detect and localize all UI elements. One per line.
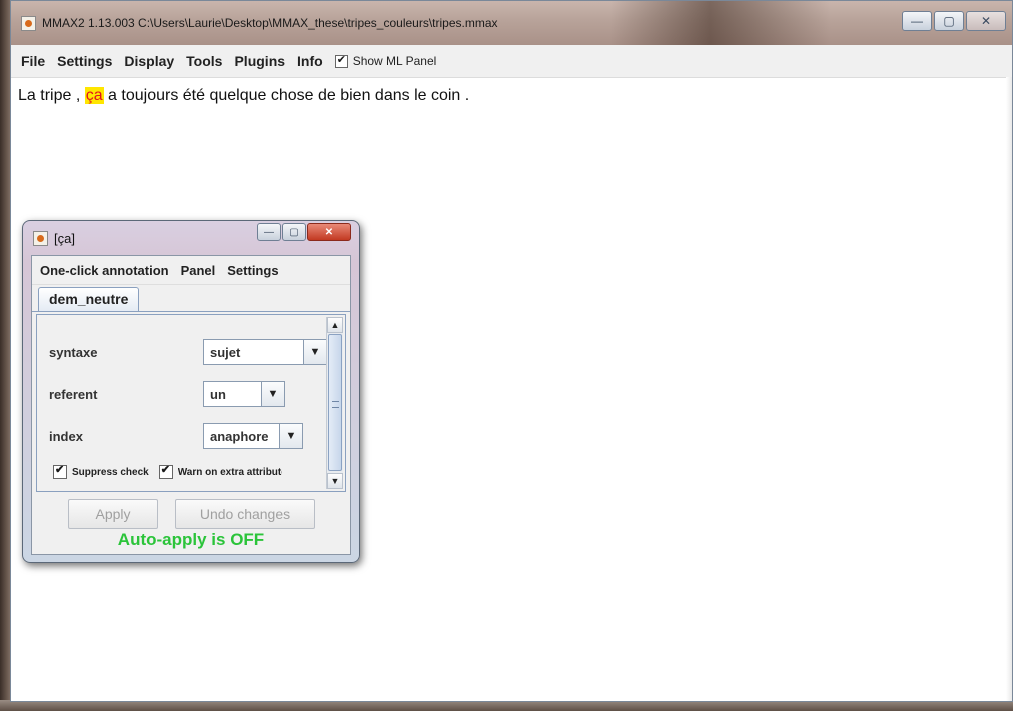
- annotation-window-title: [ça]: [54, 231, 75, 246]
- tab-strip: dem_neutre: [32, 285, 350, 312]
- warn-extra-attributes-checkbox[interactable]: [158, 463, 173, 479]
- suppress-check-label: Suppress check: [72, 466, 149, 478]
- text-before: La tripe ,: [18, 87, 85, 104]
- annotation-maximize-button[interactable]: ▢: [282, 223, 306, 241]
- main-titlebar[interactable]: MMAX2 1.13.003 C:\Users\Laurie\Desktop\M…: [11, 1, 1012, 45]
- java-app-icon: [33, 231, 48, 246]
- main-title-area: MMAX2 1.13.003 C:\Users\Laurie\Desktop\M…: [21, 1, 498, 45]
- warn-extra-attributes-label: Warn on extra attributes: [177, 466, 282, 478]
- main-menubar: File Settings Display Tools Plugins Info…: [11, 45, 1012, 78]
- menu-tools[interactable]: Tools: [180, 53, 228, 69]
- text-after: a toujours été quelque chose de bien dan…: [103, 87, 470, 104]
- menu-info[interactable]: Info: [291, 53, 329, 69]
- auto-apply-status: Auto-apply is OFF: [117, 530, 265, 549]
- attribute-label: referent: [49, 386, 98, 402]
- grip-icon: [332, 401, 339, 408]
- vertical-scrollbar[interactable]: ▲ ▼: [326, 317, 343, 489]
- highlighted-markable[interactable]: ça: [84, 87, 104, 104]
- scroll-up-icon[interactable]: ▲: [327, 317, 343, 333]
- annotation-minimize-button[interactable]: —: [257, 223, 281, 241]
- attribute-row-referent: referent un ▼: [49, 381, 285, 407]
- java-app-icon: [21, 15, 36, 31]
- maximize-button[interactable]: ▢: [934, 11, 964, 31]
- menu-file[interactable]: File: [15, 53, 51, 69]
- suppress-check-checkbox[interactable]: [53, 463, 67, 479]
- dropdown-value: sujet: [210, 344, 241, 360]
- menu-annotation-settings[interactable]: Settings: [221, 263, 284, 278]
- chevron-down-icon[interactable]: ▼: [261, 382, 284, 406]
- annotation-window: [ça] — ▢ ✕ One-click annotation Panel Se…: [22, 220, 360, 563]
- attribute-row-syntaxe: syntaxe sujet ▼: [49, 339, 327, 365]
- text-pane-edge: [1006, 77, 1012, 701]
- attribute-panel: syntaxe sujet ▼ referent un ▼ index anap…: [36, 314, 346, 492]
- annotation-titlebar[interactable]: [ça] — ▢ ✕: [23, 221, 359, 255]
- scroll-thumb[interactable]: [328, 334, 342, 471]
- document-text[interactable]: La tripe , ça a toujours été quelque cho…: [18, 87, 469, 105]
- show-ml-panel-checkbox[interactable]: [334, 53, 348, 68]
- window-title: MMAX2 1.13.003 C:\Users\Laurie\Desktop\M…: [42, 16, 498, 30]
- tab-dem-neutre[interactable]: dem_neutre: [38, 287, 140, 311]
- annotation-menubar: One-click annotation Panel Settings: [32, 256, 350, 285]
- chevron-down-icon[interactable]: ▼: [279, 424, 302, 448]
- undo-changes-button[interactable]: Undo changes: [175, 499, 315, 529]
- panel-options: Suppress check Warn on extra attributes: [53, 463, 282, 479]
- minimize-button[interactable]: —: [902, 11, 932, 31]
- dropdown-value: un: [210, 386, 226, 402]
- close-button[interactable]: ✕: [966, 11, 1006, 31]
- dropdown-value: anaphore: [210, 428, 269, 444]
- index-dropdown[interactable]: anaphore ▼: [203, 423, 303, 449]
- attribute-row-index: index anaphore ▼: [49, 423, 303, 449]
- menu-display[interactable]: Display: [118, 53, 180, 69]
- show-ml-panel-label: Show ML Panel: [352, 54, 437, 68]
- attribute-label: syntaxe: [49, 344, 98, 360]
- titlebar-shading: [611, 1, 831, 45]
- syntaxe-dropdown[interactable]: sujet ▼: [203, 339, 327, 365]
- annotation-title-area: [ça]: [33, 231, 75, 246]
- menu-panel[interactable]: Panel: [175, 263, 222, 278]
- menu-one-click-annotation[interactable]: One-click annotation: [34, 263, 175, 278]
- menu-plugins[interactable]: Plugins: [228, 53, 291, 69]
- referent-dropdown[interactable]: un ▼: [203, 381, 285, 407]
- apply-button[interactable]: Apply: [68, 499, 158, 529]
- annotation-content: One-click annotation Panel Settings dem_…: [31, 255, 351, 555]
- window-controls: — ▢ ✕: [902, 11, 1006, 31]
- attribute-label: index: [49, 428, 83, 444]
- show-ml-panel-toggle[interactable]: Show ML Panel: [329, 53, 437, 68]
- annotation-close-button[interactable]: ✕: [307, 223, 351, 241]
- annotation-window-controls: — ▢ ✕: [257, 223, 351, 241]
- menu-settings[interactable]: Settings: [51, 53, 118, 69]
- chevron-down-icon[interactable]: ▼: [303, 340, 326, 364]
- scroll-down-icon[interactable]: ▼: [327, 473, 343, 489]
